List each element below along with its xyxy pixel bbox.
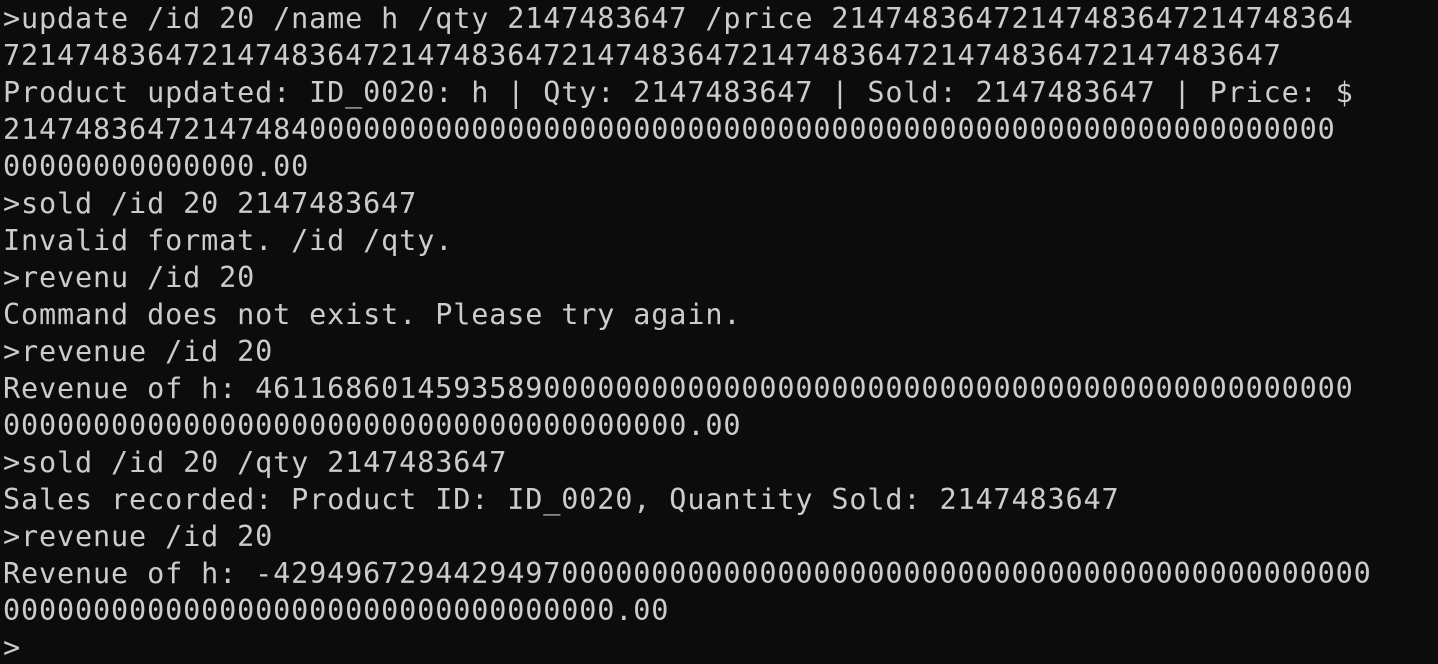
terminal-output-line: Revenue of h: 46116860145935890000000000… xyxy=(3,372,1354,405)
terminal-output-line: 2147483647214748400000000000000000000000… xyxy=(3,113,1336,146)
terminal-output-line: Product updated: ID_0020: h | Qty: 21474… xyxy=(3,76,1354,109)
terminal-output-line: 7214748364721474836472147483647214748364… xyxy=(3,39,1282,72)
terminal-output-line: >revenue /id 20 xyxy=(3,335,274,368)
terminal-output-line: 00000000000000000000000000000000000000.0… xyxy=(3,409,742,442)
terminal-output-line: >sold /id 20 2147483647 xyxy=(3,187,418,220)
terminal-output-line: Sales recorded: Product ID: ID_0020, Qua… xyxy=(3,483,1120,516)
terminal-window[interactable]: >update /id 20 /name h /qty 2147483647 /… xyxy=(0,0,1438,664)
terminal-output-line: 0000000000000000000000000000000000.00 xyxy=(3,594,670,627)
terminal-output-line: Invalid format. /id /qty. xyxy=(3,224,454,257)
terminal-output-line: Command does not exist. Please try again… xyxy=(3,298,742,331)
terminal-output-line: >revenue /id 20 xyxy=(3,520,274,553)
prompt-symbol: > xyxy=(3,631,22,664)
terminal-input-line[interactable]: > xyxy=(3,629,1438,664)
terminal-output-line: >revenu /id 20 xyxy=(3,261,256,294)
terminal-output-line: 00000000000000.00 xyxy=(3,150,310,183)
terminal-output-line: Revenue of h: -4294967294429497000000000… xyxy=(3,557,1372,590)
terminal-output-line: >update /id 20 /name h /qty 2147483647 /… xyxy=(3,2,1354,35)
terminal-output-line: >sold /id 20 /qty 2147483647 xyxy=(3,446,508,479)
